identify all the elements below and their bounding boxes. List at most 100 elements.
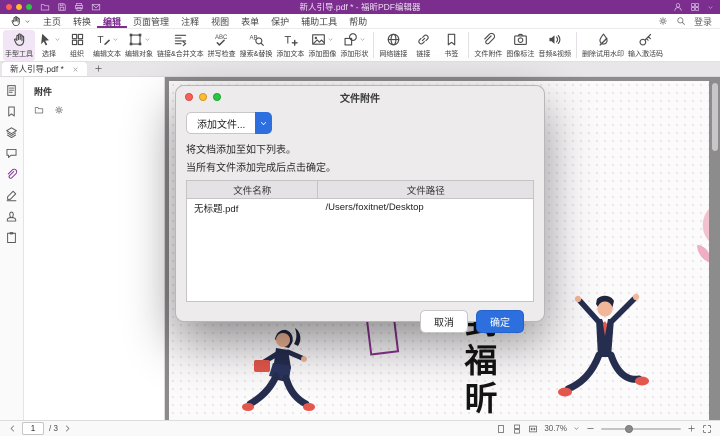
toolbar-separator: [468, 32, 469, 58]
attachment-icon[interactable]: [5, 168, 18, 181]
tool-hand[interactable]: 手型工具: [3, 30, 35, 61]
zoom-level-label[interactable]: 30.7%: [544, 424, 567, 433]
chevron-down-icon[interactable]: [707, 4, 714, 11]
tool-edit-text[interactable]: T编辑文本: [91, 30, 123, 61]
document-tab[interactable]: 新人引导.pdf *: [2, 62, 87, 76]
chevron-down-icon[interactable]: [573, 425, 580, 432]
illustration-jumping-man: [552, 289, 652, 420]
menu-item-转换[interactable]: 转换: [67, 14, 97, 28]
single-page-icon[interactable]: [496, 424, 506, 434]
zoom-slider[interactable]: [601, 428, 681, 430]
close-window-button[interactable]: [6, 4, 12, 10]
menu-item-辅助工具[interactable]: 辅助工具: [295, 14, 343, 28]
print-icon[interactable]: [74, 2, 84, 12]
fullscreen-icon[interactable]: [702, 424, 712, 434]
mail-icon[interactable]: [91, 2, 101, 12]
illustration-pink-plant: [689, 203, 709, 303]
thumbnails-icon[interactable]: [5, 84, 18, 97]
menu-item-注释[interactable]: 注释: [175, 14, 205, 28]
remove-watermark-icon: [596, 32, 611, 47]
dialog-footer: 取消 确定: [186, 302, 534, 333]
add-files-dropdown-button[interactable]: [255, 112, 272, 134]
dialog-close-button[interactable]: [185, 93, 193, 101]
titlebar: 新人引导.pdf * - 福昕PDF编辑器: [0, 0, 720, 14]
cancel-button[interactable]: 取消: [420, 310, 468, 333]
continuous-page-icon[interactable]: [512, 424, 522, 434]
tool-audio-video[interactable]: 音频&视频: [536, 30, 573, 61]
tool-add-image[interactable]: 添加图像: [306, 30, 338, 61]
column-header[interactable]: 文件名称: [187, 181, 318, 198]
tool-web-link[interactable]: 网络链接: [377, 30, 409, 61]
next-page-button[interactable]: [63, 424, 72, 433]
attachment-table-body: 无标题.pdf/Users/foxitnet/Desktop: [187, 199, 533, 301]
signature-icon[interactable]: [5, 189, 18, 202]
menu-item-表单[interactable]: 表单: [235, 14, 265, 28]
zoom-slider-thumb[interactable]: [625, 425, 633, 433]
gear-icon[interactable]: [658, 16, 668, 26]
merge-text-icon: [173, 32, 188, 47]
statusbar: 1 / 3 30.7%: [0, 420, 720, 436]
dialog-titlebar[interactable]: 文件附件: [176, 86, 544, 108]
menubar-items: 主页转换编辑页面管理注释视图表单保护辅助工具帮助: [4, 14, 373, 28]
dialog-body: 添加文件... 将文档添加至如下列表。 当所有文件添加完成后点击确定。 文件名称…: [176, 108, 544, 333]
minimize-window-button[interactable]: [16, 4, 22, 10]
new-tab-button[interactable]: [94, 64, 103, 73]
comments-icon[interactable]: [5, 147, 18, 160]
person-icon[interactable]: [673, 2, 683, 12]
illustration-jumping-woman: [240, 324, 322, 420]
statusbar-right: 30.7%: [496, 424, 712, 434]
menu-item-编辑[interactable]: 编辑: [97, 14, 127, 28]
vertical-scrollbar[interactable]: [712, 83, 718, 151]
tool-grid[interactable]: 组织: [63, 30, 91, 61]
attachments-panel: 附件: [24, 77, 165, 420]
gear-icon[interactable]: [54, 105, 64, 115]
clipboard-icon[interactable]: [5, 231, 18, 244]
tool-spell-check[interactable]: ABC拼写检查: [206, 30, 238, 61]
tool-bookmark[interactable]: 书签: [437, 30, 465, 61]
zoom-window-button[interactable]: [26, 4, 32, 10]
menu-item-页面管理[interactable]: 页面管理: [127, 14, 175, 28]
zoom-out-button[interactable]: [586, 424, 595, 433]
layers-icon[interactable]: [5, 126, 18, 139]
grid-icon[interactable]: [690, 2, 700, 12]
tool-search-replace[interactable]: AB搜索&替换: [238, 30, 275, 61]
tool-attachment[interactable]: 文件附件: [472, 30, 504, 61]
search-icon[interactable]: [676, 16, 686, 26]
tool-merge-text[interactable]: 链接&合并文本: [155, 30, 206, 61]
menu-item-主页[interactable]: 主页: [37, 14, 67, 28]
menu-item-保护[interactable]: 保护: [265, 14, 295, 28]
tool-activation-key[interactable]: 输入激活码: [626, 30, 665, 61]
tool-add-text[interactable]: T添加文本: [274, 30, 306, 61]
add-files-split-button: 添加文件...: [186, 112, 272, 134]
dialog-zoom-button[interactable]: [213, 93, 221, 101]
tool-cursor[interactable]: 选择: [35, 30, 63, 61]
previous-page-button[interactable]: [8, 424, 17, 433]
page-number-input[interactable]: 1: [22, 422, 44, 435]
dialog-minimize-button[interactable]: [199, 93, 207, 101]
tool-image-annotation[interactable]: 图像标注: [504, 30, 536, 61]
tool-edit-object[interactable]: 编辑对象: [123, 30, 155, 61]
zoom-in-button[interactable]: [687, 424, 696, 433]
menu-item-视图[interactable]: 视图: [205, 14, 235, 28]
table-row[interactable]: 无标题.pdf/Users/foxitnet/Desktop: [187, 199, 533, 216]
audio-video-icon: [547, 32, 562, 47]
fit-width-icon[interactable]: [528, 424, 538, 434]
titlebar-right-actions: [673, 2, 714, 12]
ok-button[interactable]: 确定: [476, 310, 524, 333]
tool-add-shape[interactable]: 添加形状: [338, 30, 370, 61]
close-icon[interactable]: [72, 66, 79, 73]
open-icon[interactable]: [40, 2, 50, 12]
tool-remove-watermark[interactable]: 删除试用水印: [580, 30, 626, 61]
column-header[interactable]: 文件路径: [318, 181, 533, 198]
file-attachment-dialog: 文件附件 添加文件... 将文档添加至如下列表。 当所有文件添加完成后点击确定。…: [175, 85, 545, 322]
bookmark-icon[interactable]: [5, 105, 18, 118]
save-icon[interactable]: [57, 2, 67, 12]
login-link[interactable]: 登录: [694, 15, 712, 28]
menu-item-hand-tool-menu[interactable]: [4, 14, 37, 28]
grid-icon: [70, 32, 85, 47]
open-icon[interactable]: [34, 105, 44, 115]
menu-item-帮助[interactable]: 帮助: [343, 14, 373, 28]
tool-link[interactable]: 链接: [409, 30, 437, 61]
add-files-button[interactable]: 添加文件...: [186, 112, 255, 134]
stamp-icon[interactable]: [5, 210, 18, 223]
